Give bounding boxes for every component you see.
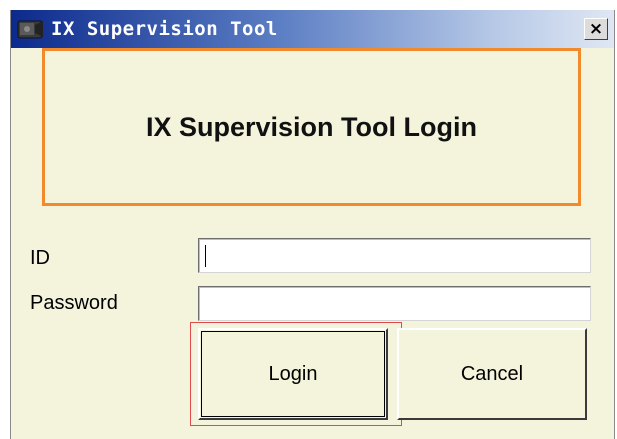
login-button[interactable]: Login [198, 328, 388, 420]
title-bar[interactable]: IX Supervision Tool × [11, 10, 614, 48]
close-button[interactable]: × [584, 18, 608, 40]
cancel-button[interactable]: Cancel [397, 328, 587, 420]
password-label: Password [30, 292, 118, 314]
login-button-label: Login [268, 362, 318, 385]
banner-title: IX Supervision Tool Login [145, 111, 477, 142]
window-title: IX Supervision Tool [51, 18, 278, 40]
text-caret [205, 245, 206, 267]
app-camera-icon [17, 18, 45, 40]
cancel-button-label: Cancel [460, 362, 524, 385]
id-label: ID [30, 247, 50, 269]
login-banner: IX Supervision Tool Login [42, 48, 581, 206]
password-input[interactable] [198, 286, 591, 321]
close-icon: × [588, 18, 604, 39]
id-input[interactable] [198, 238, 591, 273]
